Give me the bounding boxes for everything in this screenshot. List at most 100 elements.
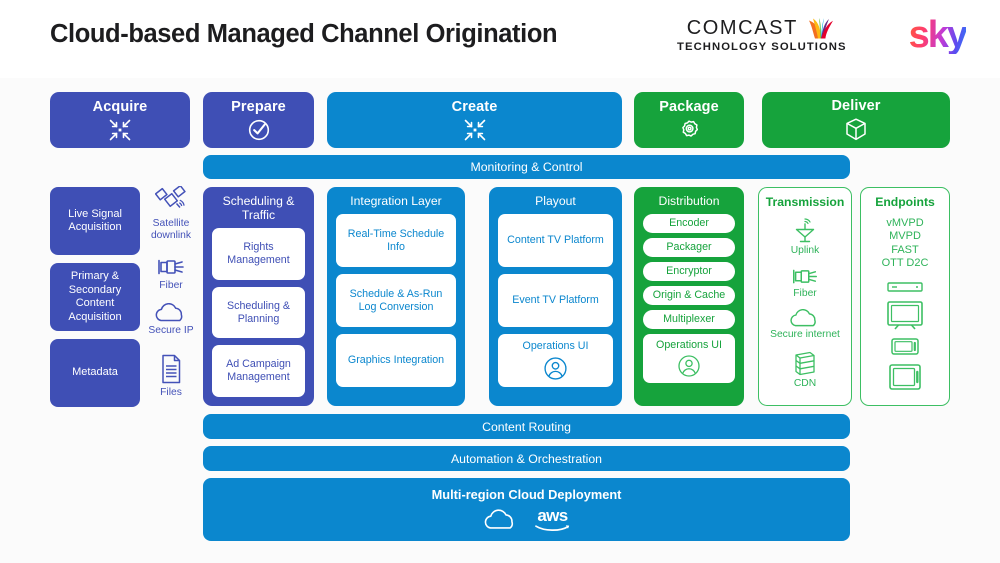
transmission-item-uplink: Uplink — [790, 218, 820, 257]
panel-title: Endpoints — [875, 195, 935, 209]
bar-automation-label: Automation & Orchestration — [450, 451, 603, 466]
transmission-item-label: Fiber — [793, 288, 817, 299]
panel-endpoints[interactable]: Endpoints vMVPD MVPD FAST OTT D2C — [860, 187, 950, 406]
acquire-icon-files: Files — [143, 353, 199, 399]
acquire-box-metadata[interactable]: Metadata — [50, 339, 140, 407]
panel-title: Integration Layer — [350, 194, 442, 208]
chip-label: Encoder — [669, 217, 709, 229]
chip-content-tv-platform[interactable]: Content TV Platform — [498, 214, 613, 267]
box-3d-icon — [846, 118, 866, 141]
nbc-peacock-icon — [808, 18, 833, 39]
comcast-wordmark: COMCAST — [686, 17, 798, 39]
tablet-icon — [889, 363, 921, 390]
fiber-connector-icon — [793, 269, 817, 284]
fiber-connector-icon — [158, 259, 184, 275]
bar-monitoring-control[interactable]: Monitoring & Control — [203, 155, 850, 179]
panel-distribution[interactable]: Distribution Encoder Packager Encryptor … — [634, 187, 744, 406]
cloud-icon — [484, 509, 513, 529]
chip-rights-management[interactable]: Rights Management — [212, 228, 305, 280]
chip-scheduling-planning[interactable]: Scheduling & Planning — [212, 286, 305, 339]
transmission-item-cdn: CDN — [792, 350, 818, 390]
chip-label: Multiplexer — [663, 313, 715, 325]
chip-label: Schedule & As-Run Log Conversion — [349, 287, 443, 313]
aws-logo: aws — [534, 505, 571, 532]
panel-transmission[interactable]: Transmission Uplink Fiber Secure interne… — [758, 187, 852, 406]
stage-acquire[interactable]: Acquire — [50, 92, 190, 148]
document-icon — [162, 354, 181, 384]
bar-content-routing[interactable]: Content Routing — [203, 414, 850, 439]
acquire-icon-satellite-downlink: Satellite downlink — [143, 186, 199, 242]
aws-wordmark: aws — [537, 505, 568, 525]
satellite-icon — [155, 186, 186, 208]
acquire-box-label: Metadata — [72, 366, 118, 379]
bar-automation-orchestration[interactable]: Automation & Orchestration — [203, 446, 850, 471]
television-icon — [887, 300, 923, 330]
bar-cloud-label: Multi-region Cloud Deployment — [431, 486, 622, 502]
transmission-item-label: Uplink — [790, 245, 820, 256]
endpoints-label-fast: FAST — [891, 243, 919, 256]
acquire-box-primary-secondary[interactable]: Primary & Secondary Content Acquisition — [50, 263, 140, 331]
diagram-canvas: Acquire Prepare Create Package Deliver M… — [0, 78, 1000, 563]
panel-playout[interactable]: Playout Content TV Platform Event TV Pla… — [489, 187, 622, 406]
cloud-icon — [155, 303, 183, 322]
chip-origin-cache[interactable]: Origin & Cache — [643, 286, 735, 305]
chip-packager[interactable]: Packager — [643, 238, 735, 257]
acquire-icon-label: Satellite downlink — [150, 218, 192, 241]
bar-content-routing-label: Content Routing — [482, 419, 571, 434]
acquire-box-live-signal[interactable]: Live Signal Acquisition — [50, 187, 140, 255]
person-icon — [678, 355, 700, 377]
bar-multi-region-cloud-deployment[interactable]: Multi-region Cloud Deployment aws — [203, 478, 850, 541]
acquire-icon-secure-ip: Secure IP — [143, 303, 199, 337]
chip-label: Operations UI — [656, 339, 722, 351]
chip-encoder[interactable]: Encoder — [643, 214, 735, 233]
chip-real-time-schedule-info[interactable]: Real-Time Schedule Info — [336, 214, 456, 267]
page-header: Cloud-based Managed Channel Origination … — [0, 0, 1000, 78]
endpoints-label-ottd2c: OTT D2C — [881, 257, 929, 270]
acquire-box-label: Primary & Secondary Content Acquisition — [68, 270, 122, 323]
stage-package[interactable]: Package — [634, 92, 744, 148]
chip-multiplexer[interactable]: Multiplexer — [643, 310, 735, 329]
stage-create[interactable]: Create — [327, 92, 622, 148]
person-icon — [544, 357, 567, 380]
chip-event-tv-platform[interactable]: Event TV Platform — [498, 274, 613, 327]
chip-ad-campaign-management[interactable]: Ad Campaign Management — [212, 345, 305, 398]
panel-title: Transmission — [765, 195, 845, 209]
panel-integration-layer[interactable]: Integration Layer Real-Time Schedule Inf… — [327, 187, 465, 406]
converge-arrows-icon — [109, 119, 131, 140]
chip-operations-ui[interactable]: Operations UI — [498, 334, 613, 387]
chip-label: Content TV Platform — [507, 234, 604, 246]
set-top-box-icon — [887, 281, 923, 292]
diagram-page: Cloud-based Managed Channel Origination … — [0, 0, 1000, 563]
transmission-item-label: CDN — [793, 378, 817, 389]
converge-arrows-icon — [464, 119, 485, 140]
server-rack-icon — [795, 351, 815, 376]
chip-encryptor[interactable]: Encryptor — [643, 262, 735, 281]
stage-deliver-label: Deliver — [831, 98, 881, 114]
chip-schedule-asrun-log-conversion[interactable]: Schedule & As-Run Log Conversion — [336, 274, 456, 327]
acquire-icon-label: Fiber — [159, 280, 183, 291]
chip-label: Packager — [666, 241, 712, 253]
stage-prepare[interactable]: Prepare — [203, 92, 314, 148]
chip-label: Event TV Platform — [512, 294, 599, 306]
page-title: Cloud-based Managed Channel Origination — [50, 20, 558, 48]
smartphone-icon — [891, 337, 919, 355]
stage-prepare-label: Prepare — [231, 98, 286, 115]
chip-graphics-integration[interactable]: Graphics Integration — [336, 334, 456, 387]
acquire-icon-fiber: Fiber — [143, 256, 199, 292]
comcast-tagline: TECHNOLOGY SOLUTIONS — [677, 41, 847, 53]
stage-deliver[interactable]: Deliver — [762, 92, 950, 148]
panel-title: Scheduling & Traffic — [222, 194, 295, 222]
chip-operations-ui[interactable]: Operations UI — [643, 334, 735, 383]
chip-label: Origin & Cache — [652, 289, 726, 301]
endpoints-label-vmvpd: vMVPD — [886, 217, 924, 229]
chip-label: Graphics Integration — [347, 354, 445, 366]
chip-label: Scheduling & Planning — [227, 299, 290, 325]
chip-label: Ad Campaign Management — [226, 358, 291, 384]
panel-title: Playout — [535, 194, 576, 208]
panel-scheduling-traffic[interactable]: Scheduling & Traffic Rights Management S… — [203, 187, 314, 406]
chip-label: Encryptor — [666, 265, 712, 277]
stage-package-label: Package — [659, 98, 719, 115]
acquire-icon-label: Secure IP — [148, 325, 194, 336]
sky-logo: sky — [908, 14, 968, 56]
chip-label: Operations UI — [522, 340, 589, 352]
